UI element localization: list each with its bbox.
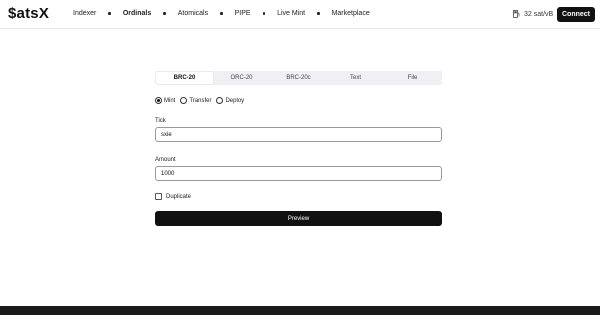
tab-brc-20[interactable]: BRC-20 bbox=[156, 72, 213, 84]
nav-marketplace[interactable]: Marketplace bbox=[332, 10, 370, 17]
tick-input[interactable]: sxie bbox=[155, 127, 442, 142]
radio-deploy[interactable]: Deploy bbox=[216, 97, 244, 104]
tab-brc-20c[interactable]: BRC-20c bbox=[270, 72, 327, 84]
operation-radio-group: Mint Transfer Deploy bbox=[155, 97, 249, 104]
radio-mint[interactable]: Mint bbox=[155, 97, 175, 104]
fee-rate-text: 32 sat/vB bbox=[524, 10, 554, 18]
nav-pipe[interactable]: PIPE bbox=[235, 10, 251, 17]
fee-rate[interactable]: 32 sat/vB bbox=[513, 10, 553, 18]
nav-separator bbox=[108, 12, 111, 15]
top-header: $atsX Indexer Ordinals Atomicals PIPE Li… bbox=[0, 0, 600, 29]
duplicate-option[interactable]: Duplicate bbox=[155, 193, 191, 200]
nav-ordinals[interactable]: Ordinals bbox=[123, 10, 151, 17]
radio-mint-label: Mint bbox=[164, 97, 176, 104]
amount-label: Amount bbox=[155, 157, 176, 163]
gas-pump-icon bbox=[513, 10, 520, 18]
nav-live-mint[interactable]: Live Mint bbox=[277, 10, 305, 17]
nav-indexer[interactable]: Indexer bbox=[73, 10, 96, 17]
inscription-type-tabs: BRC-20 ORC-20 BRC-20c Text File bbox=[155, 71, 442, 85]
tab-orc-20[interactable]: ORC-20 bbox=[213, 72, 270, 84]
main-nav: Indexer Ordinals Atomicals PIPE Live Min… bbox=[73, 10, 370, 17]
radio-deploy-circle[interactable] bbox=[216, 97, 224, 104]
connect-button[interactable]: Connect bbox=[557, 7, 595, 22]
nav-separator bbox=[317, 12, 320, 15]
tick-label: Tick bbox=[155, 118, 166, 124]
amount-input[interactable]: 1000 bbox=[155, 166, 442, 181]
radio-mint-circle[interactable] bbox=[155, 97, 162, 104]
preview-button[interactable]: Preview bbox=[155, 211, 442, 226]
radio-deploy-label: Deploy bbox=[225, 97, 245, 104]
duplicate-checkbox[interactable] bbox=[155, 193, 162, 200]
radio-transfer-label: Transfer bbox=[189, 97, 212, 104]
radio-transfer[interactable]: Transfer bbox=[180, 97, 211, 104]
nav-separator bbox=[220, 12, 223, 15]
tab-file[interactable]: File bbox=[384, 72, 441, 84]
radio-transfer-circle[interactable] bbox=[180, 97, 188, 104]
nav-atomicals[interactable]: Atomicals bbox=[178, 10, 208, 17]
duplicate-label: Duplicate bbox=[166, 193, 192, 200]
footer bbox=[0, 306, 600, 315]
logo[interactable]: $atsX bbox=[8, 5, 49, 22]
nav-separator bbox=[163, 12, 166, 15]
tab-text[interactable]: Text bbox=[327, 72, 384, 84]
nav-separator bbox=[262, 12, 266, 15]
